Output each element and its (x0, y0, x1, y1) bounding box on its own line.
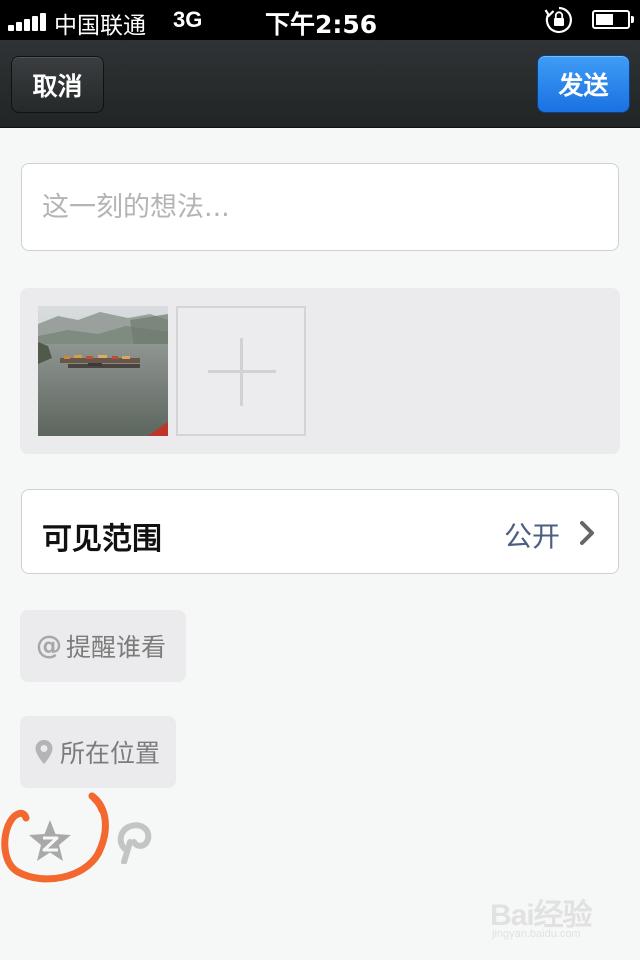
mention-button[interactable]: @ 提醒谁看 (20, 610, 186, 682)
add-photo-button[interactable] (176, 306, 306, 436)
photo-area (20, 288, 620, 454)
cancel-button[interactable]: 取消 (11, 56, 104, 113)
status-time: 下午2:56 (265, 10, 378, 39)
nav-bar: 取消 发送 (0, 40, 640, 128)
pengyou-icon[interactable] (114, 820, 154, 864)
qzone-icon[interactable] (26, 818, 74, 864)
location-label: 所在位置 (60, 739, 161, 768)
thought-input-box (21, 163, 619, 251)
battery-icon (592, 10, 634, 29)
thought-input[interactable] (22, 164, 618, 250)
send-button[interactable]: 发送 (537, 55, 630, 113)
network-type: 3G (173, 7, 203, 32)
visibility-row[interactable]: 可见范围 公开 (21, 489, 619, 574)
battery-level (596, 14, 613, 25)
visibility-label: 可见范围 (42, 522, 162, 557)
photo-thumbnail[interactable] (38, 306, 168, 436)
mention-label: 提醒谁看 (66, 633, 167, 662)
signal-strength-icon (8, 11, 48, 31)
at-icon: @ (36, 631, 62, 661)
status-bar: 中国联通 3G 下午2:56 (0, 0, 640, 40)
baidu-jingyan-watermark: Bai经验 jingyan.baidu.com (488, 886, 618, 946)
rotation-lock-icon (544, 6, 572, 34)
visibility-value: 公开 (503, 520, 560, 553)
chevron-right-icon (580, 521, 594, 545)
carrier-name: 中国联通 (54, 13, 146, 39)
watermark-url: jingyan.baidu.com (492, 928, 581, 940)
location-button[interactable]: 所在位置 (20, 716, 176, 788)
location-pin-icon (35, 740, 53, 764)
